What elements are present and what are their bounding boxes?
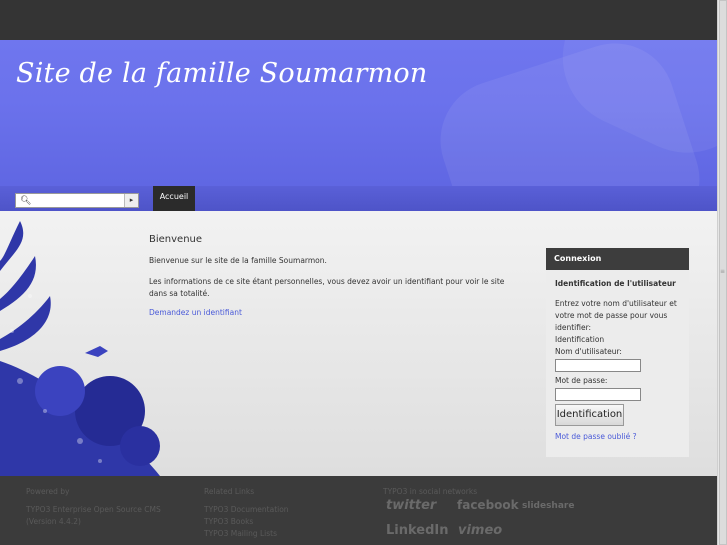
username-label: Nom d'utilisateur:: [555, 347, 622, 356]
password-field[interactable]: [555, 388, 641, 401]
info-text: Les informations de ce site étant person…: [149, 277, 505, 298]
welcome-text: Bienvenue sur le site de la famille Soum…: [149, 256, 327, 265]
site-title: Site de la famille Soumarmon: [16, 58, 428, 89]
login-subtitle: Identification de l'utilisateur: [555, 279, 676, 288]
footer: Powered by TYPO3 Enterprise Open Source …: [0, 476, 717, 545]
login-button[interactable]: Identification: [555, 404, 624, 426]
login-section-label: Identification: [555, 335, 605, 344]
search-box[interactable]: 🔍︎ ▸: [15, 193, 139, 208]
linkedin-logo[interactable]: LinkedIn: [386, 523, 449, 538]
vimeo-logo[interactable]: vimeo: [458, 523, 502, 538]
search-submit-button[interactable]: ▸: [124, 194, 138, 207]
username-field[interactable]: [555, 359, 641, 372]
nav-item-home[interactable]: Accueil: [153, 186, 195, 211]
site-header: Site de la famille Soumarmon: [0, 40, 717, 192]
scrollbar-grip-icon: ≡: [720, 268, 726, 275]
request-id-link[interactable]: Demandez un identifiant: [149, 308, 242, 317]
login-box: Connexion Identification de l'utilisateu…: [546, 248, 689, 457]
footer-col2-title: Related Links: [204, 487, 255, 496]
search-icon: 🔍︎: [20, 196, 32, 206]
footer-version: (Version 4.4.2): [26, 517, 81, 526]
password-label: Mot de passe:: [555, 376, 608, 385]
main-content: Bienvenue Bienvenue sur le site de la fa…: [0, 211, 717, 476]
scrollbar[interactable]: ≡: [717, 0, 727, 545]
forgot-password-link[interactable]: Mot de passe oublié ?: [555, 431, 680, 443]
login-intro: Entrez votre nom d'utilisateur et votre …: [555, 299, 677, 332]
login-box-title: Connexion: [546, 248, 689, 270]
footer-col1-title: Powered by: [26, 487, 70, 496]
footer-col3-title: TYPO3 in social networks: [383, 487, 478, 496]
footer-cms-link[interactable]: TYPO3 Enterprise Open Source CMS: [26, 504, 161, 516]
footer-link-books[interactable]: TYPO3 Books: [204, 516, 289, 528]
facebook-logo[interactable]: facebook: [457, 498, 519, 512]
footer-link-docs[interactable]: TYPO3 Documentation: [204, 504, 289, 516]
top-bar: [0, 0, 717, 40]
slideshare-logo[interactable]: slideshare: [522, 501, 574, 511]
footer-link-lists[interactable]: TYPO3 Mailing Lists: [204, 528, 289, 540]
twitter-logo[interactable]: twitter: [386, 498, 436, 513]
floral-decoration: [0, 221, 160, 476]
welcome-heading: Bienvenue: [149, 234, 203, 245]
